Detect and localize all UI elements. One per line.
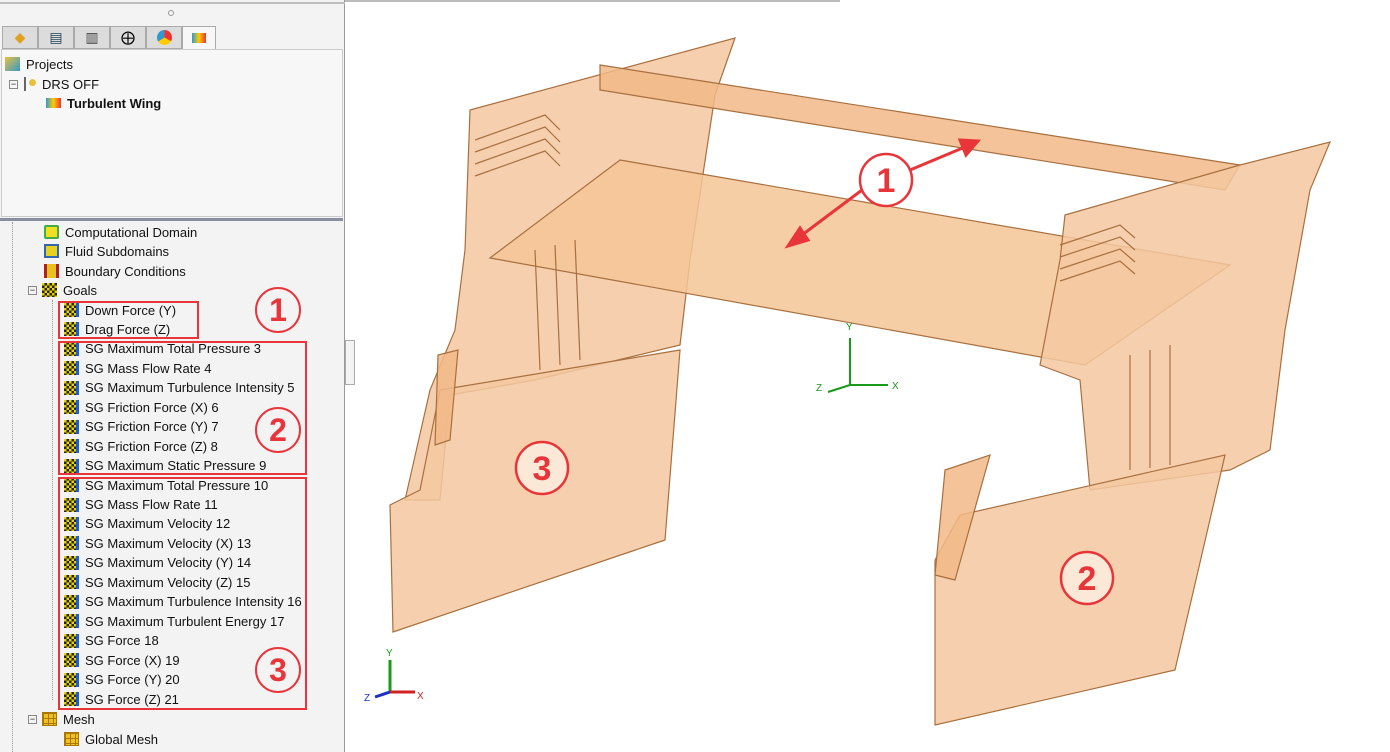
tab-flow-simulation[interactable]	[182, 26, 216, 49]
tab-feature-manager[interactable]: ◆	[2, 26, 38, 49]
model-callout-3: 3	[533, 450, 552, 488]
tree-item-mesh[interactable]: − Mesh	[28, 710, 95, 728]
flow-project-icon	[46, 98, 61, 108]
mesh-icon	[42, 712, 57, 726]
panel-collapse-handle[interactable]	[345, 340, 355, 385]
tree-item-global-mesh[interactable]: Global Mesh	[64, 730, 158, 748]
wing-model	[389, 37, 1332, 726]
collapse-icon[interactable]: −	[9, 79, 18, 89]
corner-axis-y-label: Y	[386, 648, 393, 659]
project-label: Turbulent Wing	[67, 95, 162, 111]
collapse-icon[interactable]: −	[28, 285, 37, 295]
config-icon: ▥	[85, 29, 99, 45]
corner-axis-x-label: X	[417, 691, 424, 702]
highlight-box-1	[58, 301, 199, 339]
axis-x-label: X	[892, 381, 899, 392]
tab-dimxpert[interactable]: ⨁	[110, 26, 146, 49]
boundary-conditions-icon	[44, 264, 59, 278]
tree-item-project[interactable]: Turbulent Wing	[46, 94, 161, 112]
tree-item-configuration[interactable]: − DRS OFF	[9, 75, 99, 93]
tree-guide	[12, 222, 13, 752]
item-label: Mesh	[63, 711, 95, 727]
model-callout-1: 1	[877, 162, 896, 200]
right-endplate	[1039, 141, 1332, 491]
axis-z-label: Z	[816, 383, 822, 394]
callout-2: 2	[255, 407, 301, 453]
configuration-label: DRS OFF	[42, 76, 100, 92]
item-label: Computational Domain	[65, 224, 198, 240]
manager-tabs: ◆ ▤ ▥ ⨁	[2, 26, 216, 49]
item-label: Boundary Conditions	[65, 263, 186, 279]
callout-3: 3	[255, 647, 301, 693]
flow-simulation-panel: ◆ ▤ ▥ ⨁ Projects − DRS OFF Turbulent Wing…	[0, 0, 345, 752]
axis-y-label: Y	[846, 322, 853, 333]
panel-top-border	[0, 2, 345, 4]
property-icon: ▤	[49, 29, 63, 45]
tree-item-projects[interactable]: Projects	[5, 55, 73, 73]
corner-axis-triad: Y X Z	[364, 648, 424, 704]
arrow-to-upper-flap	[909, 145, 966, 172]
pane-splitter[interactable]	[0, 218, 343, 221]
tab-display-manager[interactable]	[146, 26, 182, 49]
graphics-viewport[interactable]: 1 2 3 Y X Z Y X Z	[356, 0, 1390, 752]
configuration-icon	[24, 77, 36, 91]
tree-item-computational-domain[interactable]: Computational Domain	[44, 223, 197, 241]
part-icon: ◆	[14, 29, 26, 45]
fluid-subdomains-icon	[44, 244, 59, 258]
projects-icon	[5, 57, 20, 71]
collapse-icon[interactable]: −	[28, 714, 37, 724]
tree-item-goals[interactable]: − Goals	[28, 281, 97, 299]
projects-label: Projects	[26, 56, 73, 72]
item-label: Goals	[63, 282, 97, 298]
tab-property-manager[interactable]: ▤	[38, 26, 74, 49]
corner-axis-z-label: Z	[364, 693, 370, 704]
tree-item-fluid-subdomains[interactable]: Fluid Subdomains	[44, 242, 169, 260]
project-tree: Projects − DRS OFF Turbulent Wing	[1, 49, 343, 217]
tree-guide	[52, 300, 53, 700]
callout-1: 1	[255, 287, 301, 333]
panel-grip[interactable]	[168, 10, 174, 16]
item-label: Global Mesh	[85, 731, 158, 747]
target-icon: ⨁	[121, 29, 135, 45]
tab-configuration-manager[interactable]: ▥	[74, 26, 110, 49]
display-icon	[156, 30, 172, 45]
flow-simulation-icon	[192, 33, 206, 43]
tree-item-boundary-conditions[interactable]: Boundary Conditions	[44, 262, 186, 280]
computational-domain-icon	[44, 225, 59, 239]
item-label: Fluid Subdomains	[65, 243, 170, 259]
center-axis-triad: Y X Z	[816, 322, 899, 394]
goals-icon	[42, 283, 57, 297]
global-mesh-icon	[64, 732, 79, 746]
model-callout-2: 2	[1078, 560, 1097, 598]
